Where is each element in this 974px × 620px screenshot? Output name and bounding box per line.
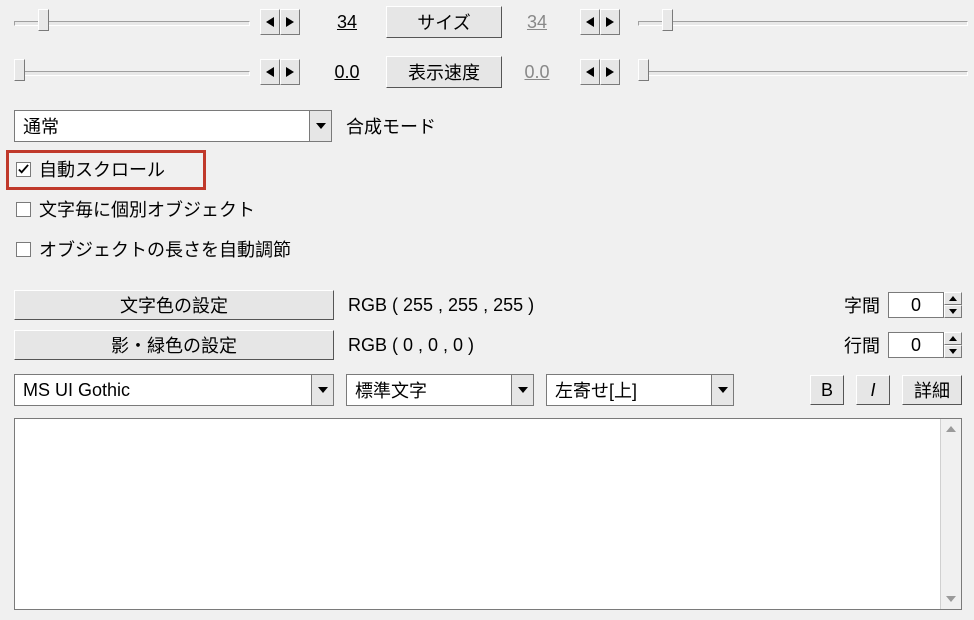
auto-length-checkbox[interactable]: オブジェクトの長さを自動調節 xyxy=(16,236,291,262)
text-color-button[interactable]: 文字色の設定 xyxy=(14,290,334,320)
align-dropdown-icon[interactable] xyxy=(711,375,733,405)
bold-button[interactable]: B xyxy=(810,375,844,405)
size-inc-right[interactable] xyxy=(600,9,620,35)
speed-inc-left[interactable] xyxy=(280,59,300,85)
compose-mode-label: 合成モード xyxy=(346,113,436,139)
italic-button[interactable]: I xyxy=(856,375,890,405)
compose-mode-dropdown-icon[interactable] xyxy=(309,111,331,141)
font-value: MS UI Gothic xyxy=(15,380,311,401)
size-value-right: 34 xyxy=(518,12,556,33)
textarea-scrollbar[interactable] xyxy=(940,419,961,609)
size-button[interactable]: サイズ xyxy=(386,6,502,38)
per-char-checkbox[interactable]: 文字毎に個別オブジェクト xyxy=(16,196,291,222)
shadow-color-rgb: RGB ( 0 , 0 , 0 ) xyxy=(348,335,474,356)
auto-scroll-label: 自動スクロール xyxy=(39,156,165,182)
char-spacing-down[interactable] xyxy=(944,305,962,318)
line-spacing-up[interactable] xyxy=(944,332,962,345)
speed-slider-right[interactable] xyxy=(638,63,968,81)
text-color-rgb: RGB ( 255 , 255 , 255 ) xyxy=(348,295,534,316)
line-spacing-label: 行間 xyxy=(844,332,880,358)
font-select[interactable]: MS UI Gothic xyxy=(14,374,334,406)
align-value: 左寄せ[上] xyxy=(547,377,711,403)
char-spacing-label: 字間 xyxy=(844,292,880,318)
checkmark-icon xyxy=(18,164,29,175)
line-spacing-down[interactable] xyxy=(944,345,962,358)
size-dec-left[interactable] xyxy=(260,9,280,35)
font-dropdown-icon[interactable] xyxy=(311,375,333,405)
speed-value-right: 0.0 xyxy=(518,62,556,83)
size-slider-right[interactable] xyxy=(638,13,968,31)
auto-scroll-checkbox[interactable]: 自動スクロール xyxy=(16,156,291,182)
speed-slider-left[interactable] xyxy=(14,63,250,81)
speed-dec-right[interactable] xyxy=(580,59,600,85)
size-value-left[interactable]: 34 xyxy=(328,12,366,33)
speed-dec-left[interactable] xyxy=(260,59,280,85)
shadow-color-button[interactable]: 影・緑色の設定 xyxy=(14,330,334,360)
speed-value-left[interactable]: 0.0 xyxy=(328,62,366,83)
speed-inc-right[interactable] xyxy=(600,59,620,85)
align-select[interactable]: 左寄せ[上] xyxy=(546,374,734,406)
style-dropdown-icon[interactable] xyxy=(511,375,533,405)
speed-button[interactable]: 表示速度 xyxy=(386,56,502,88)
scroll-up-icon[interactable] xyxy=(941,419,961,439)
text-input-area[interactable] xyxy=(14,418,962,610)
size-inc-left[interactable] xyxy=(280,9,300,35)
scroll-down-icon[interactable] xyxy=(941,589,961,609)
char-spacing-input[interactable] xyxy=(888,292,944,318)
style-select[interactable]: 標準文字 xyxy=(346,374,534,406)
char-spacing-up[interactable] xyxy=(944,292,962,305)
size-slider-left[interactable] xyxy=(14,13,250,31)
compose-mode-select[interactable]: 通常 xyxy=(14,110,332,142)
compose-mode-value: 通常 xyxy=(15,113,309,139)
style-value: 標準文字 xyxy=(347,377,511,403)
per-char-label: 文字毎に個別オブジェクト xyxy=(39,196,255,222)
auto-length-label: オブジェクトの長さを自動調節 xyxy=(39,236,291,262)
detail-button[interactable]: 詳細 xyxy=(902,375,962,405)
line-spacing-input[interactable] xyxy=(888,332,944,358)
size-dec-right[interactable] xyxy=(580,9,600,35)
